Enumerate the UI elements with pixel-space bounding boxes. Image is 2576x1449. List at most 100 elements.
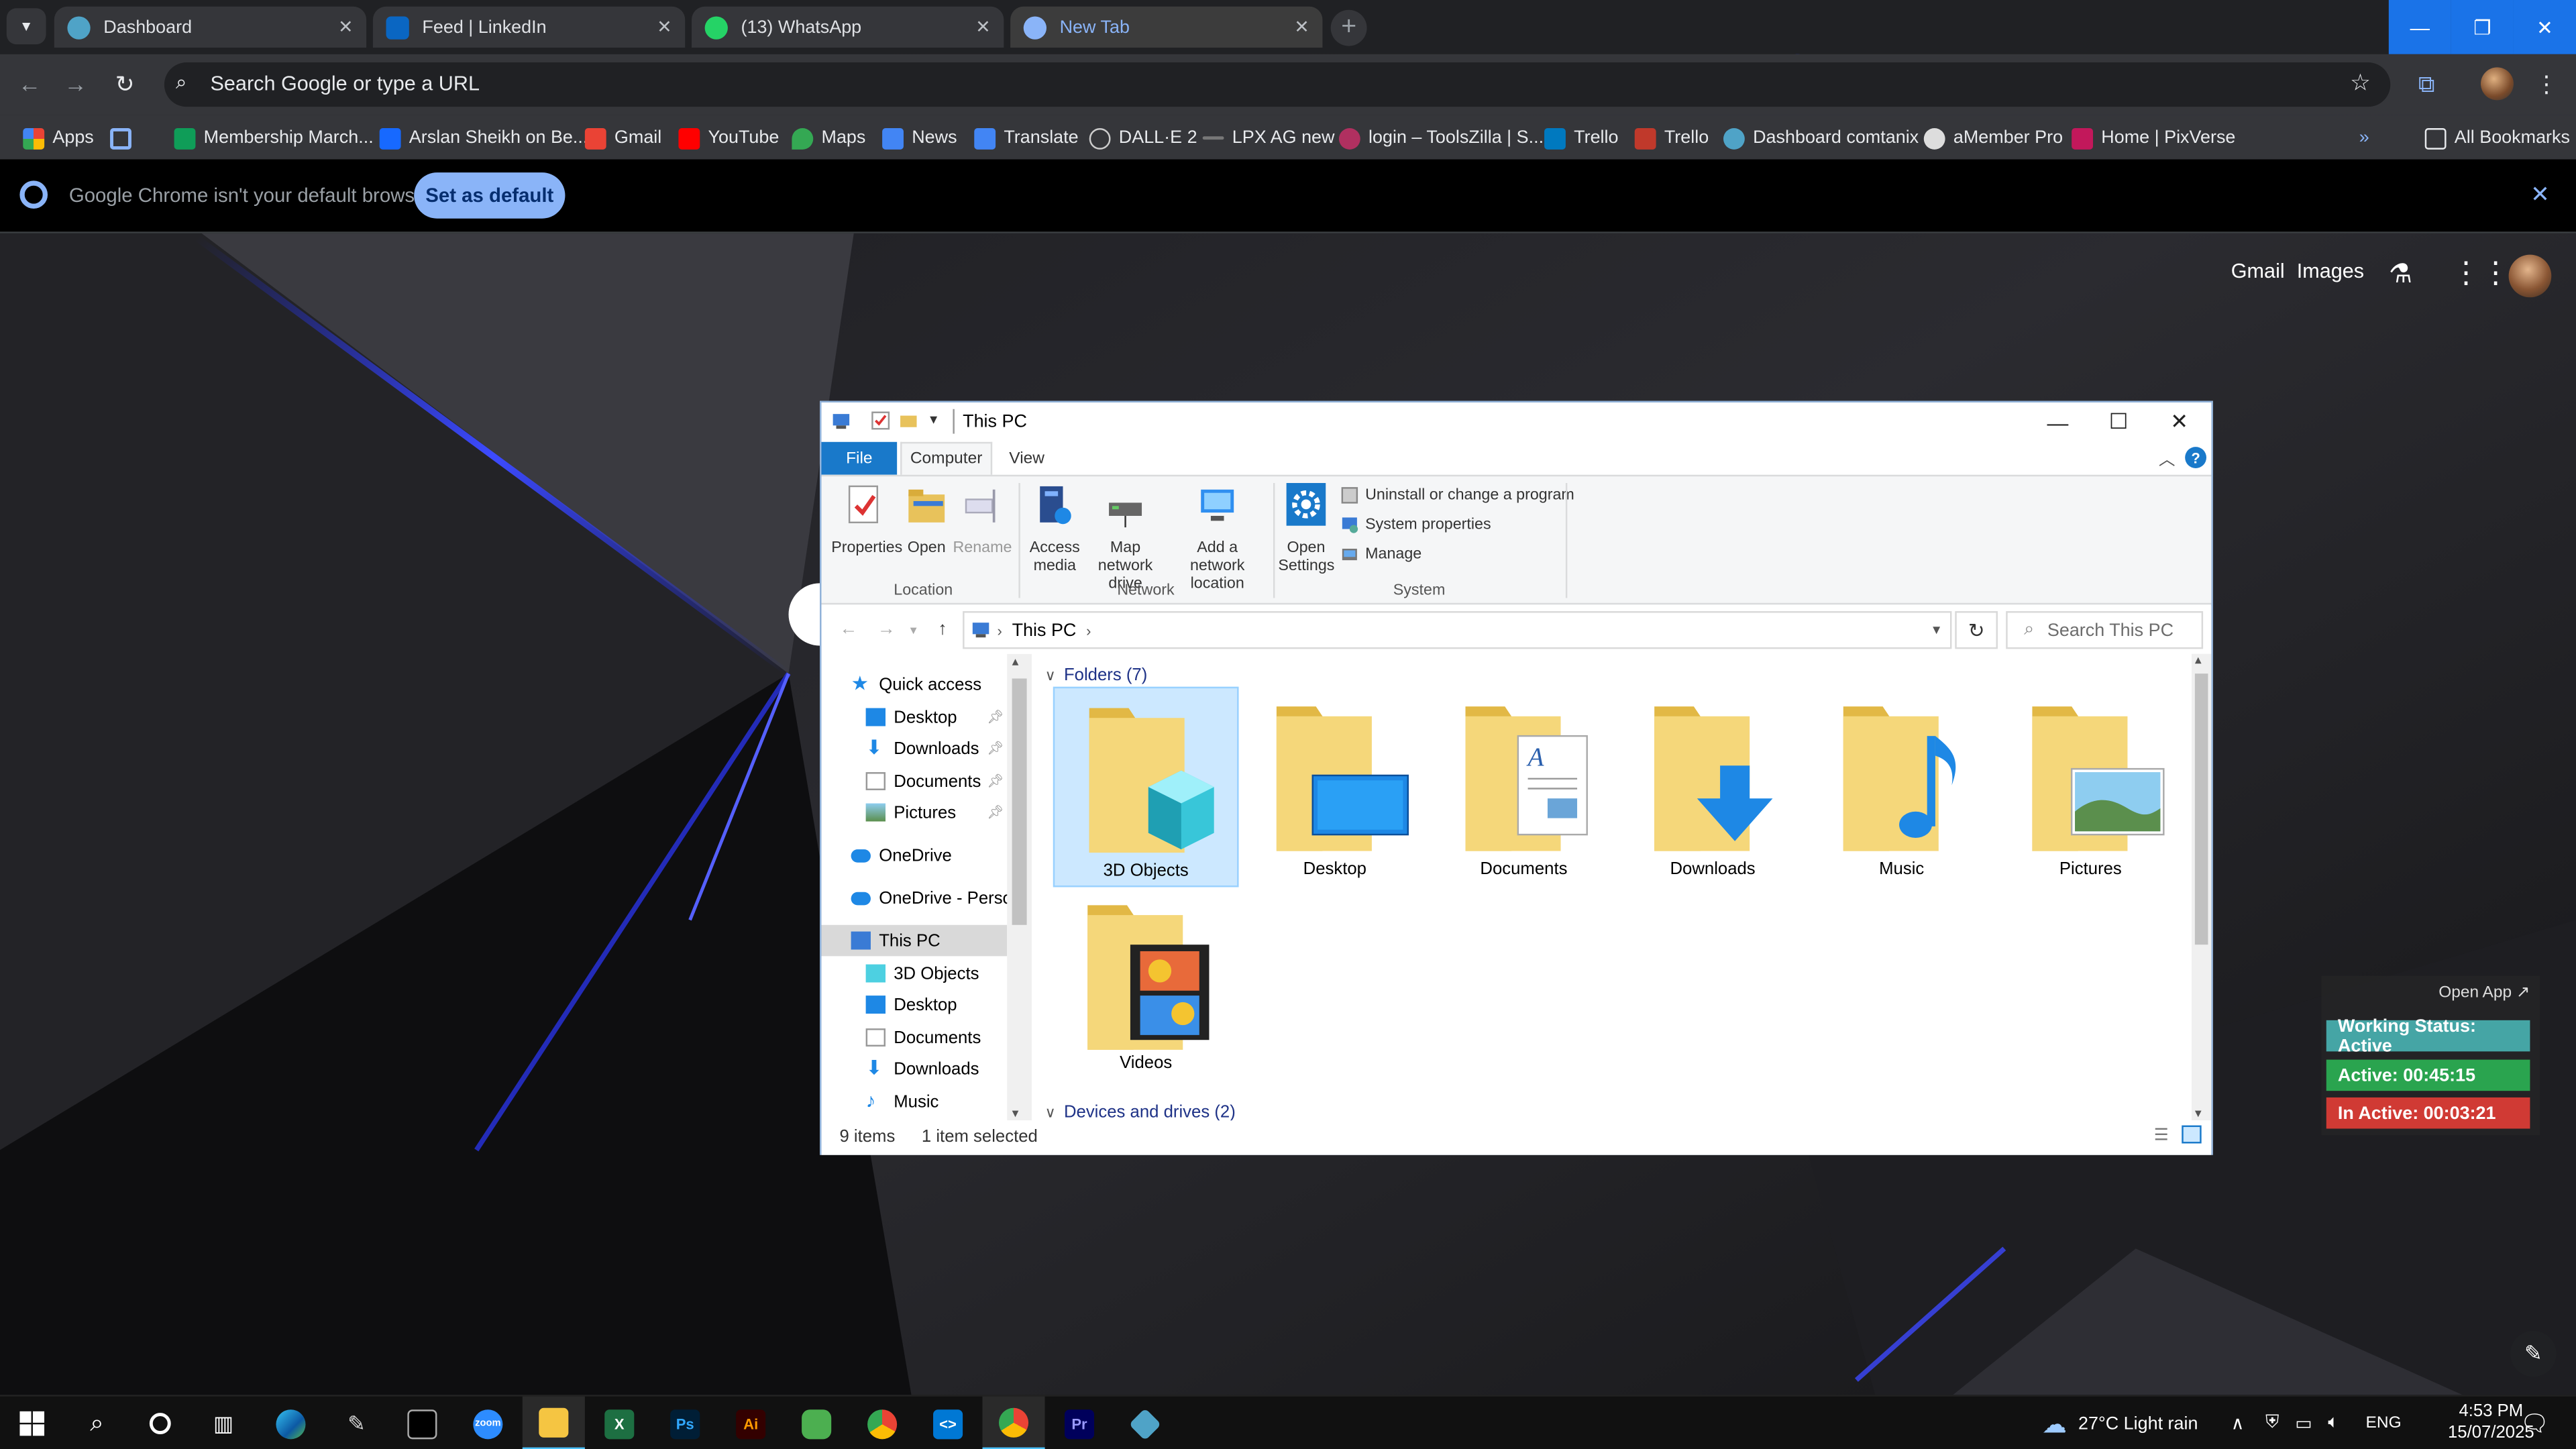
bookmark-star-icon[interactable]: ☆ xyxy=(2350,69,2371,97)
scroll-down-icon[interactable]: ▾ xyxy=(2195,1106,2202,1120)
tab-dashboard[interactable]: Dashboard ✕ xyxy=(54,6,367,48)
pin-icon[interactable]: 📌︎ xyxy=(987,741,1004,755)
folder-desktop[interactable]: Desktop xyxy=(1242,687,1428,888)
weather-widget[interactable]: ☁ 27°C Light rain xyxy=(2042,1397,2198,1449)
bookmark-item[interactable]: Dashboard comtanix xyxy=(1723,123,1919,153)
language-indicator[interactable]: ENG xyxy=(2366,1397,2402,1449)
collapse-ribbon-icon[interactable]: ︿ xyxy=(2159,445,2175,470)
scroll-up-icon[interactable]: ▴ xyxy=(2195,652,2202,667)
bookmark-grid[interactable] xyxy=(110,123,140,153)
cortana-icon[interactable] xyxy=(128,1397,191,1449)
folder-videos[interactable]: Videos xyxy=(1053,892,1239,1086)
start-icon[interactable] xyxy=(0,1397,62,1449)
bookmark-item[interactable]: Trello xyxy=(1544,123,1619,153)
pin-icon[interactable]: 📌︎ xyxy=(987,773,1004,788)
zoom-icon[interactable]: zoom xyxy=(457,1397,519,1449)
bookmark-item[interactable]: Trello xyxy=(1634,123,1709,153)
address-dropdown-icon[interactable]: ▾ xyxy=(1933,621,1940,639)
devices-group-header[interactable]: ∨ Devices and drives (2) xyxy=(1045,1102,1236,1122)
search-input[interactable]: ⌕ Search This PC xyxy=(2006,611,2204,649)
bookmark-item[interactable]: YouTube xyxy=(678,123,779,153)
task-view-icon[interactable]: ▥ xyxy=(193,1397,255,1449)
edge-icon[interactable] xyxy=(260,1397,322,1449)
minimize-button[interactable]: — xyxy=(2388,0,2451,54)
tool-icon[interactable] xyxy=(786,1397,848,1449)
bookmark-item[interactable]: News xyxy=(882,123,957,153)
large-icons-view-icon[interactable] xyxy=(2182,1125,2202,1144)
images-link[interactable]: Images xyxy=(2297,260,2364,282)
nav-onedrive[interactable]: OneDrive xyxy=(822,839,1008,871)
search-icon[interactable]: ⌕ xyxy=(66,1397,128,1449)
customize-pencil-icon[interactable]: ✎ xyxy=(2510,1330,2557,1377)
network-icon[interactable]: ▭ xyxy=(2295,1397,2312,1449)
tab-new-tab[interactable]: New Tab ✕ xyxy=(1010,6,1323,48)
maximize-button[interactable]: ☐ xyxy=(2088,402,2149,442)
pen-icon[interactable]: ✎ xyxy=(325,1397,388,1449)
refresh-button[interactable]: ↻ xyxy=(1955,611,1998,649)
set-as-default-button[interactable]: Set as default xyxy=(414,172,566,219)
bookmark-item[interactable]: Home | PixVerse xyxy=(2072,123,2235,153)
map-network-drive-button[interactable]: Map network drive xyxy=(1081,483,1169,593)
nav-qa-pictures[interactable]: Pictures 📌︎ xyxy=(822,797,1008,828)
pin-icon[interactable]: 📌︎ xyxy=(987,805,1004,820)
nav-3d-objects[interactable]: 3D Objects xyxy=(822,958,1008,989)
bookmark-item[interactable]: Maps xyxy=(792,123,865,153)
bookmark-apps[interactable]: Apps xyxy=(23,123,94,153)
nav-this-pc[interactable]: This PC xyxy=(821,924,1008,957)
notifications-icon[interactable]: 🗨︎ xyxy=(2520,1397,2550,1449)
address-bar[interactable]: › This PC › ▾ xyxy=(963,611,1952,649)
close-icon[interactable]: ✕ xyxy=(2530,180,2550,209)
bookmark-item[interactable]: DALL·E 2 xyxy=(1089,123,1197,153)
back-button[interactable]: ← xyxy=(15,69,44,99)
details-view-icon[interactable]: ☰ xyxy=(2154,1127,2169,1145)
account-avatar[interactable] xyxy=(2508,254,2552,298)
properties-qa-icon[interactable] xyxy=(871,411,890,430)
system-properties-button[interactable]: System properties xyxy=(1340,516,1491,534)
folder-3d-objects[interactable]: 3D Objects xyxy=(1053,686,1239,888)
breadcrumb-this-pc[interactable]: This PC xyxy=(1012,620,1077,639)
chrome-menu-icon[interactable]: ⋮ xyxy=(2530,67,2563,100)
manage-button[interactable]: Manage xyxy=(1340,545,1421,564)
tab-view[interactable]: View xyxy=(1002,442,1051,475)
bookmark-item[interactable]: LPX AG new xyxy=(1202,123,1335,153)
labs-flask-icon[interactable]: ⚗ xyxy=(2389,258,2412,290)
folder-documents[interactable]: A Documents xyxy=(1431,687,1617,888)
premiere-icon[interactable]: Pr xyxy=(1048,1397,1110,1449)
nav-qa-downloads[interactable]: ⬇ Downloads 📌︎ xyxy=(822,733,1008,764)
folder-music[interactable]: Music xyxy=(1809,687,1994,888)
chrome-icon[interactable] xyxy=(851,1397,914,1449)
access-media-button[interactable]: Access media xyxy=(1022,483,1084,575)
profile-avatar[interactable] xyxy=(2480,67,2514,101)
photoshop-icon[interactable]: Ps xyxy=(654,1397,716,1449)
tab-whatsapp[interactable]: (13) WhatsApp ✕ xyxy=(692,6,1004,48)
folder-downloads[interactable]: Downloads xyxy=(1620,687,1806,888)
open-settings-button[interactable]: Open Settings xyxy=(1278,483,1334,575)
nav-documents[interactable]: Documents xyxy=(822,1022,1008,1053)
tab-linkedin[interactable]: Feed | LinkedIn ✕ xyxy=(372,6,686,48)
file-explorer-icon[interactable] xyxy=(522,1396,585,1449)
uninstall-program-button[interactable]: Uninstall or change a program xyxy=(1340,486,1574,504)
nav-desktop[interactable]: Desktop xyxy=(822,989,1008,1020)
open-app-link[interactable]: Open App ↗ xyxy=(2438,984,2530,1002)
gmail-link[interactable]: Gmail xyxy=(2231,260,2285,282)
scroll-down-icon[interactable]: ▾ xyxy=(1012,1106,1019,1120)
up-icon[interactable]: ↑ xyxy=(938,619,947,639)
scroll-up-icon[interactable]: ▴ xyxy=(1012,654,1019,669)
bookmark-item[interactable]: login – ToolsZilla | S... xyxy=(1338,123,1544,153)
recent-dropdown-icon[interactable]: ▾ xyxy=(910,623,917,637)
pin-icon[interactable]: 📌︎ xyxy=(987,710,1004,724)
nav-music[interactable]: ♪ Music xyxy=(822,1086,1008,1118)
reload-button[interactable]: ↻ xyxy=(110,69,140,99)
bookmark-item[interactable]: Translate xyxy=(974,123,1079,153)
close-icon[interactable]: ✕ xyxy=(338,16,354,38)
folder-pictures[interactable]: Pictures xyxy=(1998,687,2184,888)
scrollbar-thumb[interactable] xyxy=(2194,674,2208,945)
forward-button[interactable]: → xyxy=(61,69,91,99)
nav-downloads[interactable]: ⬇ Downloads xyxy=(822,1053,1008,1085)
rename-button[interactable]: Rename xyxy=(953,483,1012,557)
terminal-icon[interactable] xyxy=(391,1397,453,1449)
close-icon[interactable]: ✕ xyxy=(1294,16,1309,38)
tab-computer[interactable]: Computer xyxy=(900,441,993,475)
close-icon[interactable]: ✕ xyxy=(657,16,672,38)
omnibox[interactable]: ⌕ Search Google or type a URL ☆ xyxy=(164,62,2391,107)
